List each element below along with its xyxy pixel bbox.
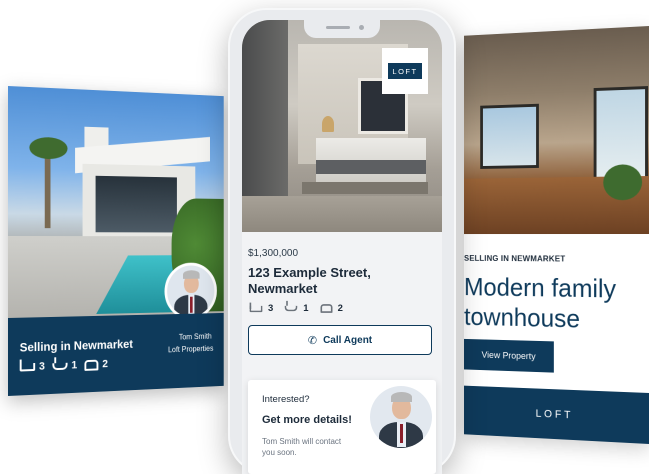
call-agent-label: Call Agent [323, 334, 373, 346]
right-card-title: Modern family townhouse [464, 272, 617, 334]
car-count: 2 [337, 303, 343, 314]
phone-screen: LOFT $1,300,000 123 Example Street, Newm… [242, 20, 442, 474]
car-icon [320, 304, 333, 313]
bench [302, 182, 428, 194]
left-card-footer: Selling in Newmarket Tom Smith Loft Prop… [8, 312, 224, 396]
plant [603, 164, 643, 201]
left-card-heading: Selling in Newmarket [19, 337, 133, 355]
bed-throw [316, 160, 426, 174]
car-feature: 2 [84, 358, 108, 371]
listing-features: 3 1 2 [248, 300, 343, 314]
car-feature: 2 [319, 303, 343, 314]
loft-brand-bar: LOFT [464, 385, 649, 444]
avatar-tie [399, 424, 404, 444]
call-agent-button[interactable]: ✆ Call Agent [248, 325, 432, 355]
interest-title: Get more details! [262, 414, 352, 426]
palm-leaves [29, 136, 68, 160]
bed-count: 3 [268, 303, 274, 314]
bed-feature: 3 [19, 360, 45, 374]
right-listing-card: SELLING IN NEWMARKET Modern family townh… [464, 26, 649, 444]
bed-count: 3 [39, 360, 45, 373]
car-icon [84, 359, 99, 371]
bath-count: 1 [303, 303, 309, 314]
bedroom-photo: LOFT [242, 20, 442, 232]
bed-feature: 3 [248, 302, 274, 314]
agent-avatar [370, 386, 432, 448]
phone-notch [304, 20, 380, 38]
loft-logo: LOFT [388, 63, 422, 79]
bath-icon [284, 300, 298, 312]
phone-icon: ✆ [307, 334, 318, 347]
phone-camera [359, 25, 364, 30]
bath-count: 1 [71, 359, 78, 372]
living-room-photo [464, 26, 649, 235]
floor [242, 196, 442, 232]
interest-question: Interested? [262, 394, 310, 405]
palm-trunk [44, 149, 51, 229]
window [480, 103, 539, 169]
interest-body: Tom Smith will contact you soon. [262, 437, 342, 457]
listing-address: 123 Example Street, Newmarket [248, 265, 371, 296]
car-count: 2 [102, 358, 108, 371]
left-listing-card[interactable]: Selling in Newmarket Tom Smith Loft Prop… [8, 86, 224, 396]
bath-feature: 1 [283, 300, 309, 314]
agent-company: Loft Properties [168, 344, 214, 355]
avatar-tie [189, 297, 193, 313]
bed-icon [249, 302, 263, 312]
bath-icon [52, 362, 68, 370]
loft-logo-badge: LOFT [382, 48, 428, 94]
interest-card: Interested? Get more details! Tom Smith … [248, 380, 436, 474]
left-card-features: 3 1 2 [19, 358, 108, 374]
avatar-hair [391, 392, 413, 403]
bath-feature: 1 [52, 359, 78, 372]
view-property-button[interactable]: View Property [464, 338, 554, 373]
right-card-subheading: SELLING IN NEWMARKET [464, 253, 566, 264]
avatar-hair [183, 270, 200, 279]
house-glass-wall [95, 175, 177, 233]
phone-speaker [326, 26, 350, 29]
lamp [322, 116, 334, 132]
phone-mockup: LOFT $1,300,000 123 Example Street, Newm… [228, 8, 456, 474]
bed-icon [19, 362, 36, 372]
agent-name: Tom Smith [178, 331, 212, 342]
listing-price: $1,300,000 [248, 248, 299, 259]
